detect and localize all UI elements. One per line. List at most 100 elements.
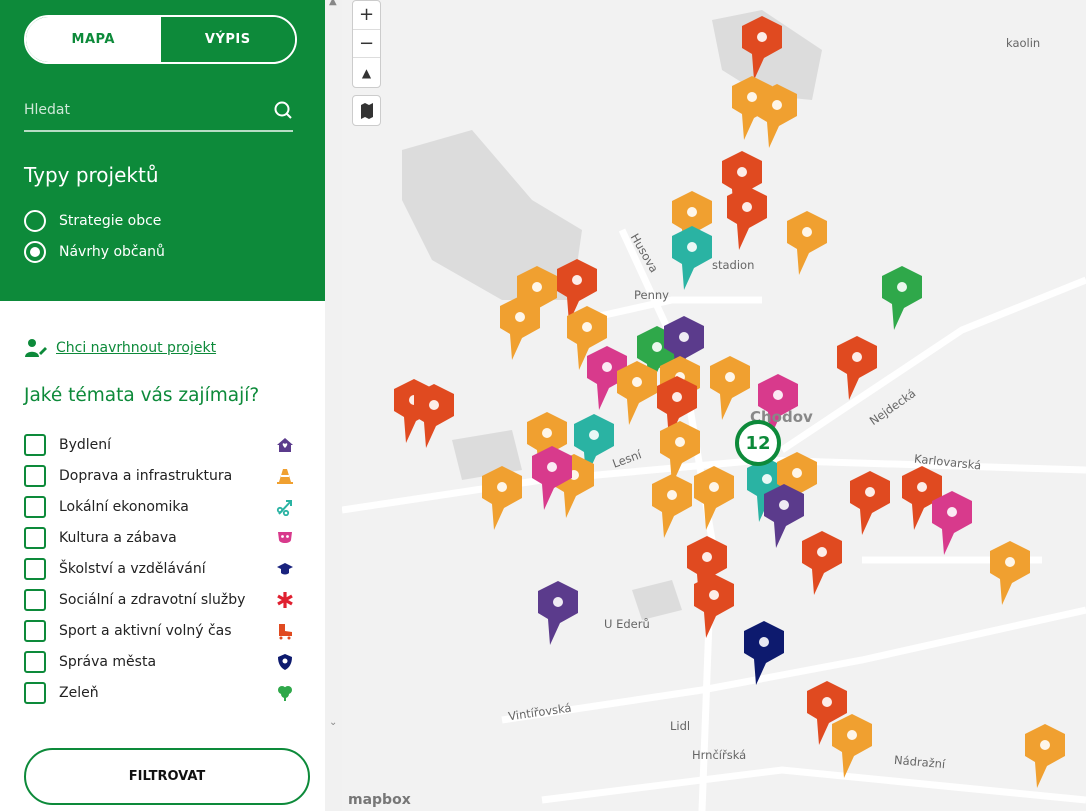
- map-style-control: [352, 95, 381, 126]
- topic-filter-item[interactable]: Školství a vzdělávání: [24, 557, 294, 581]
- percent-arrow-icon: [276, 500, 292, 516]
- pin-icon: [1005, 557, 1015, 567]
- map-pin[interactable]: [672, 226, 712, 290]
- theater-mask-icon: [278, 532, 292, 543]
- map-pin[interactable]: [694, 466, 734, 530]
- pin-icon: [737, 167, 747, 177]
- pin-icon: [947, 507, 957, 517]
- map[interactable]: kaolin Husova Penny Nejdecká Karlovarská…: [342, 0, 1086, 811]
- compass-button[interactable]: ▲: [353, 58, 380, 87]
- topic-label: Správa města: [59, 654, 157, 670]
- topic-checkbox[interactable]: [24, 620, 46, 642]
- map-pin[interactable]: [850, 471, 890, 535]
- topic-filter-item[interactable]: Lokální ekonomika: [24, 495, 294, 519]
- pin-icon: [897, 282, 907, 292]
- topic-filter-item[interactable]: Sport a aktivní volný čas: [24, 619, 294, 643]
- map-canvas[interactable]: [342, 0, 1086, 811]
- pin-icon: [802, 227, 812, 237]
- pin-icon: [779, 500, 789, 510]
- scroll-up-arrow[interactable]: ▲: [329, 0, 337, 7]
- roads: [342, 228, 1086, 811]
- topic-checkbox[interactable]: [24, 651, 46, 673]
- pin-icon: [589, 430, 599, 440]
- map-pin[interactable]: [500, 296, 540, 360]
- radio-strategy[interactable]: Strategie obce: [24, 210, 161, 232]
- topic-checkbox[interactable]: [24, 682, 46, 704]
- topic-filter-item[interactable]: Doprava a infrastruktura: [24, 464, 294, 488]
- pin-icon: [547, 462, 557, 472]
- pin-icon: [667, 490, 677, 500]
- map-layers-button[interactable]: [353, 96, 380, 125]
- pin-icon: [865, 487, 875, 497]
- topic-checkbox[interactable]: [24, 434, 46, 456]
- tab-map[interactable]: MAPA: [26, 17, 161, 62]
- radio-label: Návrhy občanů: [59, 244, 165, 260]
- topic-filter-item[interactable]: Sociální a zdravotní služby: [24, 588, 294, 612]
- search-icon[interactable]: [273, 100, 293, 120]
- scrollbar[interactable]: [325, 0, 342, 811]
- map-pin[interactable]: [882, 266, 922, 330]
- search-input[interactable]: [24, 98, 264, 122]
- topic-checkbox[interactable]: [24, 527, 46, 549]
- map-label: kaolin: [1006, 36, 1041, 50]
- pin-icon: [817, 547, 827, 557]
- scroll-down-arrow[interactable]: ⌄: [329, 717, 337, 728]
- propose-project[interactable]: Chci navrhnout projekt: [24, 338, 216, 358]
- map-pin[interactable]: [787, 211, 827, 275]
- map-pin[interactable]: [617, 361, 657, 425]
- pin-icon: [542, 428, 552, 438]
- cluster-marker[interactable]: 12: [735, 420, 781, 466]
- map-pin[interactable]: [482, 466, 522, 530]
- pin-icon: [742, 202, 752, 212]
- propose-project-link[interactable]: Chci navrhnout projekt: [56, 340, 216, 356]
- map-pin[interactable]: [414, 384, 454, 448]
- mapbox-logo: mapbox: [348, 792, 411, 808]
- map-label: Penny: [634, 288, 669, 302]
- topic-filter-item[interactable]: Kultura a zábava: [24, 526, 294, 550]
- map-pin[interactable]: [727, 186, 767, 250]
- topic-filter-item[interactable]: Bydlení: [24, 433, 294, 457]
- radio-label: Strategie obce: [59, 213, 162, 229]
- pin-icon: [532, 282, 542, 292]
- pin-icon: [652, 342, 662, 352]
- map-pin[interactable]: [660, 421, 700, 485]
- pin-icon: [757, 32, 767, 42]
- map-pin[interactable]: [764, 484, 804, 548]
- project-types-title: Typy projektů: [24, 163, 159, 187]
- map-pin[interactable]: [932, 491, 972, 555]
- topic-checkbox[interactable]: [24, 496, 46, 518]
- radio-citizen-proposals[interactable]: Návrhy občanů: [24, 241, 165, 263]
- topic-label: Lokální ekonomika: [59, 499, 189, 515]
- pin-icon: [675, 437, 685, 447]
- pin-icon: [709, 482, 719, 492]
- topic-label: Sport a aktivní volný čas: [59, 623, 232, 639]
- topic-checkbox[interactable]: [24, 589, 46, 611]
- map-pin[interactable]: [1025, 724, 1065, 788]
- radio-button[interactable]: [24, 210, 46, 232]
- topic-checkbox[interactable]: [24, 558, 46, 580]
- pin-icon: [497, 482, 507, 492]
- map-pin[interactable]: [710, 356, 750, 420]
- sidebar-header: MAPA VÝPIS Typy projektů Strategie obce …: [0, 0, 325, 301]
- map-pin[interactable]: [538, 581, 578, 645]
- topic-filter-item[interactable]: Správa města: [24, 650, 294, 674]
- pin-icon: [572, 275, 582, 285]
- map-pin[interactable]: [832, 714, 872, 778]
- map-pin[interactable]: [757, 84, 797, 148]
- topic-filter-item[interactable]: Zeleň: [24, 681, 294, 705]
- topics-title: Jaké témata vás zajímají?: [24, 385, 260, 406]
- map-pin[interactable]: [694, 574, 734, 638]
- zoom-in-button[interactable]: +: [353, 1, 380, 30]
- zoom-out-button[interactable]: −: [353, 30, 380, 59]
- map-pin[interactable]: [990, 541, 1030, 605]
- traffic-cone-icon: [277, 469, 293, 484]
- pin-icon: [687, 207, 697, 217]
- tab-list[interactable]: VÝPIS: [160, 17, 295, 62]
- topic-checkbox[interactable]: [24, 465, 46, 487]
- radio-button[interactable]: [24, 241, 46, 263]
- filter-button[interactable]: FILTROVAT: [24, 748, 310, 805]
- map-pin[interactable]: [802, 531, 842, 595]
- map-pin[interactable]: [652, 474, 692, 538]
- pin-icon: [679, 332, 689, 342]
- pin-icon: [672, 392, 682, 402]
